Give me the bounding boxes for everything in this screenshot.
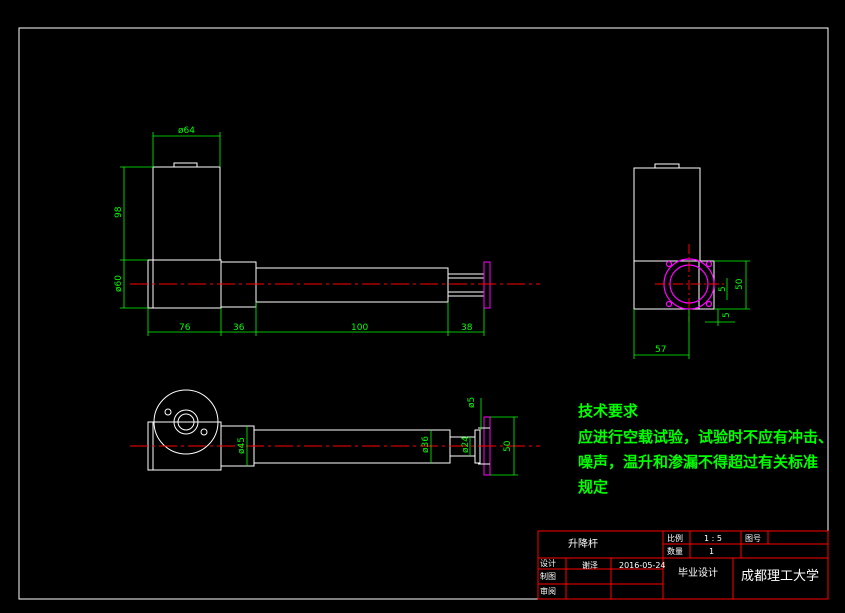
scale-label: 比例: [667, 533, 683, 543]
dim-top-36: ø36: [421, 436, 431, 453]
course-name: 毕业设计: [678, 566, 718, 579]
dim-len-36: 36: [233, 323, 245, 333]
scale-value: 1 : 5: [704, 534, 722, 543]
qty-value: 1: [709, 547, 714, 556]
dim-gear-dia: ø60: [114, 275, 124, 292]
side-dimensions: [633, 260, 750, 359]
dim-top-24: ø24: [461, 436, 471, 453]
part-name: 升降杆: [568, 537, 598, 550]
side-gearbox: [633, 260, 715, 310]
dim-side-5w: 5: [722, 312, 732, 318]
side-view: [633, 163, 715, 310]
review-label: 审阅: [540, 586, 556, 596]
cad-drawing: ø64 98 ø60 76 36 100 38 50 5 5 57 ø45 ø3…: [18, 27, 833, 600]
top-view: [147, 389, 491, 476]
dim-len-38: 38: [461, 323, 473, 333]
design-date: 2016-05-24: [619, 561, 666, 570]
dim-len-76: 76: [179, 323, 191, 333]
sheet-border: [18, 27, 829, 600]
motor-body: [152, 166, 221, 261]
dim-side-57: 57: [655, 345, 666, 355]
notes-line-3: 规定: [578, 478, 608, 496]
motor-cap: [173, 162, 198, 168]
end-flange: [483, 261, 491, 309]
notes-line-2: 噪声，温升和渗漏不得超过有关标准: [578, 453, 818, 471]
dim-top-5: ø5: [467, 397, 477, 408]
notes-line-1: 应进行空载试验，试验时不应有冲击、: [578, 428, 833, 446]
drawing-label: 制图: [540, 571, 556, 581]
dim-len-100: 100: [351, 323, 368, 333]
dim-motor-height: 98: [114, 206, 124, 218]
inner-rod: [447, 273, 485, 297]
dim-side-50: 50: [735, 278, 745, 290]
designer-name: 谢泽: [582, 560, 598, 570]
drawing-no-label: 图号: [745, 534, 761, 543]
side-motor: [633, 167, 701, 262]
dim-top-50: 50: [503, 440, 513, 452]
dim-top-45: ø45: [237, 437, 247, 454]
outer-tube: [255, 267, 449, 303]
design-label: 设计: [540, 558, 556, 568]
university-name: 成都理工大学: [741, 568, 819, 584]
qty-label: 数量: [667, 546, 683, 556]
dim-side-5h: 5: [718, 286, 728, 292]
notes-title: 技术要求: [578, 402, 639, 420]
front-view: [147, 162, 491, 309]
dim-motor-dia: ø64: [178, 126, 195, 136]
